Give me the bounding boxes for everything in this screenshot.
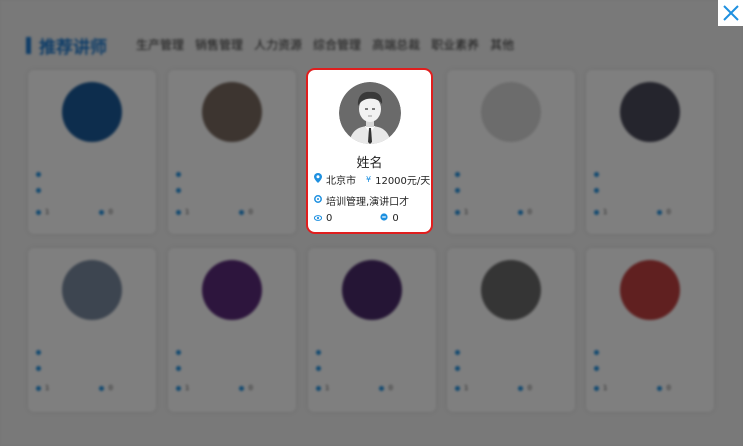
lecturer-name: 姓名	[356, 156, 383, 171]
close-icon	[722, 5, 739, 21]
lecturer-tags: 培训管理,演讲口才	[326, 197, 410, 208]
highlighted-lecturer-card[interactable]: 姓名 北京市 ¥ 12000元/天 培训管理,演讲口才 0 0	[306, 68, 433, 234]
stats-row: 0 0	[313, 213, 399, 224]
yen-icon: ¥	[366, 175, 372, 184]
lecturer-city: 北京市	[326, 176, 356, 187]
avatar	[339, 82, 401, 144]
like-count: 0	[392, 213, 399, 224]
close-button[interactable]	[718, 0, 743, 26]
like-icon	[380, 213, 388, 224]
location-pin-icon	[314, 173, 322, 186]
tag-icon	[314, 195, 322, 206]
default-avatar-icon	[339, 82, 401, 144]
lecturer-price: 12000元/天	[375, 176, 431, 187]
eye-icon	[313, 213, 323, 224]
location-price-row: 北京市 ¥ 12000元/天	[314, 172, 430, 187]
tags-row: 培训管理,演讲口才	[314, 193, 409, 208]
view-count: 0	[326, 213, 333, 224]
